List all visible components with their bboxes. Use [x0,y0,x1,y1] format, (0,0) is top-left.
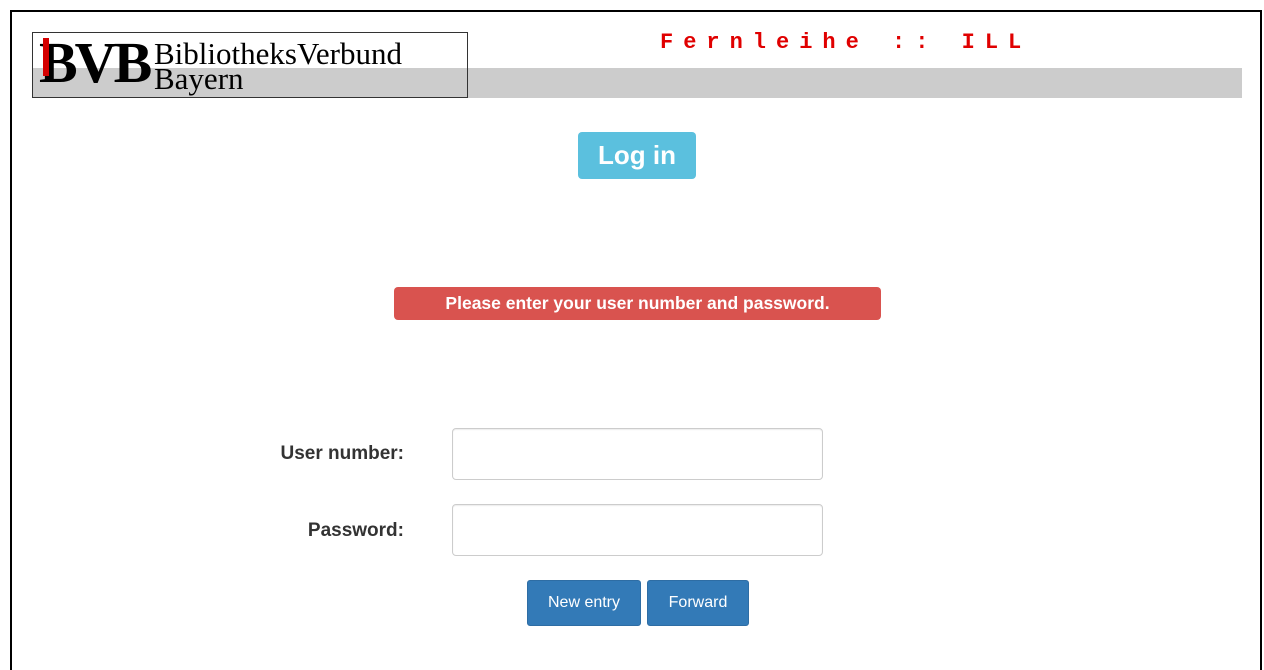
app-title: Fernleihe :: ILL [660,30,1032,55]
user-number-label: User number: [280,443,404,464]
password-label: Password: [307,520,404,541]
page-frame: BVB BibliotheksVerbund Bayern Fernleihe … [10,10,1262,670]
bvb-logo: BVB BibliotheksVerbund Bayern [32,32,468,98]
login-heading: Log in [578,132,696,179]
forward-button[interactable]: Forward [647,580,749,626]
new-entry-button[interactable]: New entry [527,580,641,626]
logo-mark-text: BVB [39,32,152,95]
password-input[interactable] [452,504,823,556]
error-message-badge: Please enter your user number and passwo… [394,287,881,320]
logo-wordmark: BibliotheksVerbund Bayern [154,38,402,94]
user-number-input[interactable] [452,428,823,480]
logo-mark: BVB [39,32,152,95]
